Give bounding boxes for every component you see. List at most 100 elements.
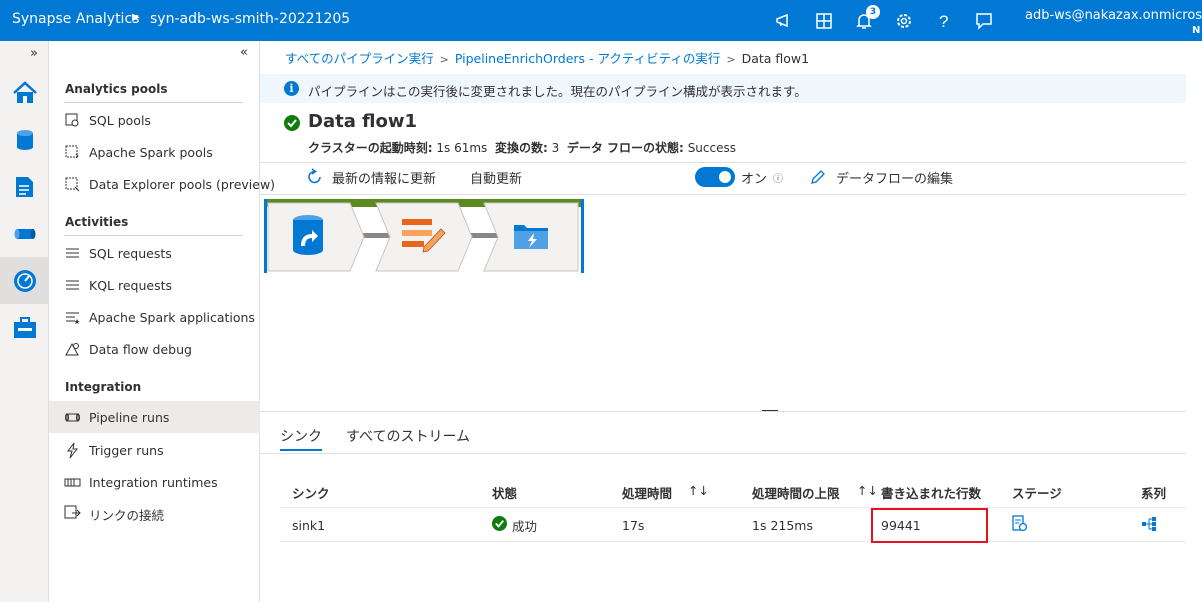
menu-item-sql-requests[interactable]: SQL requests [49,237,260,269]
rail-develop[interactable] [0,163,49,210]
col-header-processing-time[interactable]: 処理時間 [622,483,672,502]
auto-refresh-label: 自動更新 [470,172,523,187]
monitor-gauge-icon [14,270,36,292]
chevron-right-icon: > [726,53,736,66]
info-circle-icon[interactable]: ⓘ [773,170,783,185]
menu-item-spark-applications[interactable]: Apache Spark applications [49,301,260,333]
divider [280,507,1202,508]
col-header-max-processing-time[interactable]: 処理時間の上限 [752,483,840,502]
rail-home[interactable] [0,69,49,116]
data-explorer-pool-icon [65,177,80,192]
breadcrumb: すべてのパイプライン実行 > PipelineEnrichOrders - アクティ… [285,48,809,67]
info-icon: i [284,81,299,96]
run-summary: クラスターの起動時刻: 1s 61ms 変換の数: 3 データ フローの状態: … [308,141,736,155]
sort-icon[interactable]: ↑↓ [688,483,709,498]
menu-item-pipeline-runs[interactable]: Pipeline runs [49,401,260,433]
col-header-stages: ステージ [1012,486,1062,501]
menu-item-data-explorer-pools[interactable]: Data Explorer pools (preview) [49,168,275,200]
menu-item-kql-requests[interactable]: KQL requests [49,269,260,301]
col-header-status: 状態 [492,486,518,501]
rail-manage[interactable] [0,304,49,351]
megaphone-icon[interactable] [773,9,797,33]
derived-column-node[interactable] [375,202,473,272]
menu-item-sql-pools[interactable]: SQL pools [49,104,260,136]
app-name[interactable]: Synapse Analytics [12,11,139,27]
help-icon[interactable]: ? [932,9,956,33]
vertical-scrollbar[interactable] [1186,41,1202,602]
stage-details-icon[interactable] [1011,515,1028,532]
transform-count: 3 [551,141,560,155]
data-flow-status: Success [687,141,736,155]
integration-runtime-icon [64,478,81,487]
collapse-icon[interactable]: « [240,45,248,60]
tab-sink[interactable]: シンク [280,426,322,446]
divider [64,102,243,103]
lineage-icon[interactable] [1141,516,1157,532]
expand-icon[interactable]: » [30,46,38,61]
monitor-menu: « Analytics pools SQL pools Apache Spark… [49,41,275,602]
home-icon [13,81,37,103]
data-flow-debug-icon [65,342,79,356]
refresh-icon [308,168,321,184]
info-banner: i パイプラインはこの実行後に変更されました。現在のパイプライン構成が表示されま… [260,74,1202,103]
section-integration: Integration [65,380,142,394]
menu-item-linked-connections[interactable]: リンクの接続 [49,496,260,528]
menu-item-trigger-runs[interactable]: Trigger runs [49,434,260,466]
user-account[interactable]: adb-ws@nakazax.onmicroso [1025,8,1202,23]
breadcrumb-all-pipeline-runs[interactable]: すべてのパイプライン実行 [285,51,434,66]
menu-item-integration-runtimes[interactable]: Integration runtimes [49,466,260,498]
pipeline-icon [14,229,36,239]
rail-data[interactable] [0,116,49,163]
flow-connector [470,233,498,238]
flow-connector [362,233,390,238]
success-check-icon [284,115,300,131]
cell-sink-name: sink1 [292,518,326,533]
divider [260,194,1202,195]
divider [280,541,1202,542]
toolbox-icon [14,317,36,338]
list-icon [66,280,79,290]
section-analytics-pools: Analytics pools [65,82,168,96]
divider [260,453,1202,454]
toggle-state: オン [741,172,768,187]
svg-text:?: ? [939,12,948,31]
tab-all-streams[interactable]: すべてのストリーム [346,426,470,446]
breadcrumb-activity-runs[interactable]: PipelineEnrichOrders - アクティビティの実行 [455,51,721,66]
edit-data-flow-button[interactable]: データフローの編集 [836,168,953,187]
menu-item-data-flow-debug[interactable]: Data flow debug [49,333,260,365]
cell-status: 成功 [512,519,538,534]
pencil-icon [811,170,825,184]
page-title: Data flow1 [308,111,417,132]
list-star-icon [66,312,80,324]
gear-icon[interactable] [892,9,916,33]
workspace-name[interactable]: syn-adb-ws-smith-20221205 [150,11,350,27]
nav-rail: » [0,41,49,602]
info-message: パイプラインはこの実行後に変更されました。現在のパイプライン構成が表示されます。 [308,84,807,99]
feedback-icon[interactable] [812,9,836,33]
data-flow-graph [264,199,584,273]
database-icon [17,130,33,150]
sql-pool-icon [65,113,79,127]
link-connection-icon [64,505,81,519]
chat-icon[interactable] [972,9,996,33]
rail-monitor[interactable] [0,257,49,304]
top-bar: Synapse Analytics ▶ syn-adb-ws-smith-202… [0,0,1202,41]
success-check-icon [492,516,507,531]
section-activities: Activities [65,215,129,229]
document-icon [16,177,33,197]
menu-item-spark-pools[interactable]: Apache Spark pools [49,136,260,168]
breadcrumb-current: Data flow1 [741,51,810,66]
col-header-sink: シンク [292,486,330,501]
graph-left-edge [264,199,267,273]
rail-integrate[interactable] [0,210,49,257]
sort-icon[interactable]: ↑↓ [857,483,878,498]
refresh-button[interactable]: 最新の情報に更新 [332,168,436,187]
toggle-knob [719,171,731,183]
auto-refresh-toggle[interactable] [695,167,735,187]
cell-max-processing-time: 1s 215ms [752,518,813,533]
sink-node[interactable] [483,202,579,272]
main-content: すべてのパイプライン実行 > PipelineEnrichOrders - アクティ… [260,41,1202,602]
source-node[interactable] [267,202,365,272]
col-header-lineage: 系列 [1141,486,1167,501]
spark-pool-icon [65,145,79,159]
